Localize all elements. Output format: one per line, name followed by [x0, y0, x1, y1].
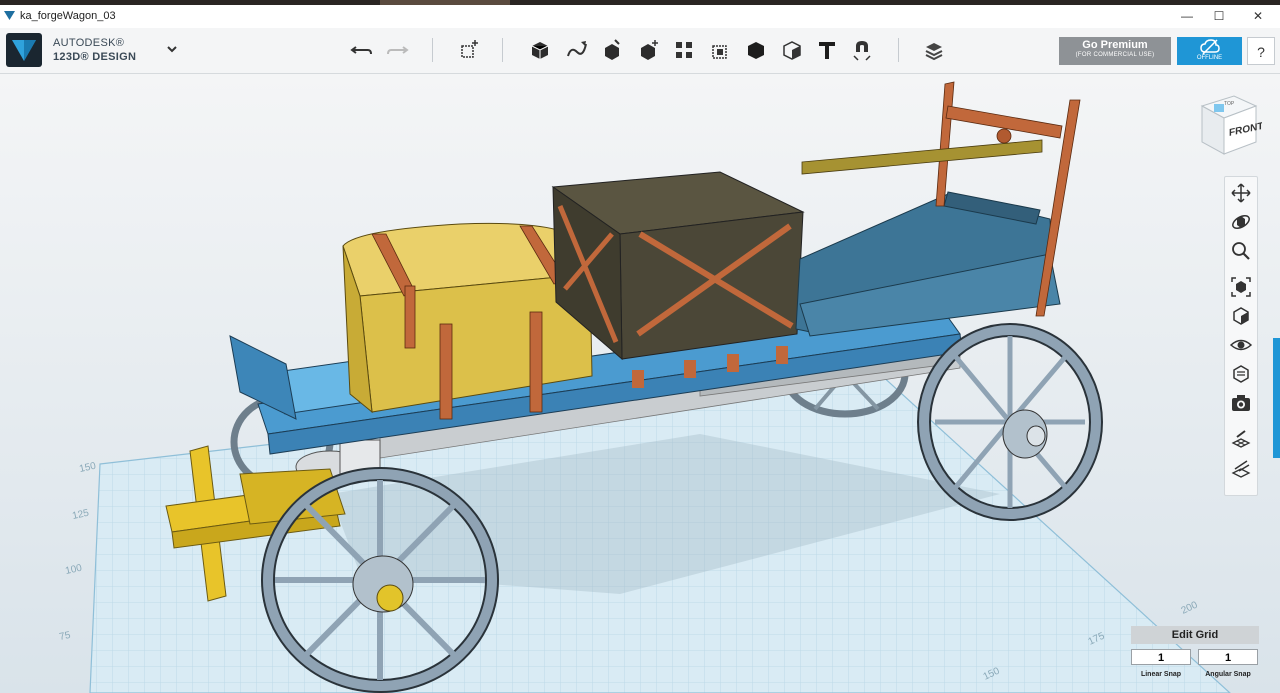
taskbar-strip	[0, 0, 1280, 5]
construct-icon[interactable]	[600, 38, 624, 62]
3d-viewport[interactable]: 150 125 100 75 200 175 150 FRONT TOP Edi…	[0, 74, 1280, 693]
scene-canvas[interactable]: 150 125 100 75 200 175 150	[0, 74, 1280, 693]
combine-icon[interactable]	[744, 38, 768, 62]
angular-snap-field[interactable]: 1	[1198, 649, 1258, 665]
zoom-icon[interactable]	[1229, 239, 1253, 263]
side-panel-handle[interactable]	[1273, 338, 1280, 458]
angular-snap-label: Angular Snap	[1205, 671, 1251, 678]
edit-grid-button[interactable]: Edit Grid	[1131, 626, 1259, 644]
fit-view-icon[interactable]	[1229, 275, 1253, 299]
visibility-eye-icon[interactable]	[1229, 333, 1253, 357]
brand-autodesk: AUTODESK®	[53, 37, 125, 49]
linear-snap-label: Linear Snap	[1140, 671, 1182, 678]
autodesk-logo-icon	[12, 40, 36, 61]
taskbar-tab[interactable]	[380, 0, 510, 5]
measure-icon[interactable]	[780, 38, 804, 62]
app-menu-logo[interactable]	[6, 33, 42, 67]
brand-product: 123D® DESIGN	[53, 51, 137, 63]
undo-icon[interactable]	[350, 38, 374, 62]
snap-icon[interactable]	[850, 38, 874, 62]
view-cube-top-label: TOP	[1224, 101, 1235, 107]
toolbar-separator	[432, 38, 433, 62]
view-cube-icon: FRONT TOP	[1200, 95, 1264, 155]
close-button[interactable]: ✕	[1243, 7, 1273, 25]
premium-subtitle: (FOR COMMERCIAL USE)	[1075, 52, 1155, 58]
transform-icon[interactable]	[457, 38, 481, 62]
title-bar: ka_forgeWagon_03 — ☐ ✕	[0, 0, 1280, 30]
primitives-icon[interactable]	[528, 38, 552, 62]
redo-icon[interactable]	[385, 38, 409, 62]
main-toolbar: AUTODESK® 123D® DESIGN Go Premium (FOR C…	[0, 28, 1280, 74]
chevron-down-icon[interactable]	[165, 42, 179, 56]
group-icon[interactable]	[708, 38, 732, 62]
cloud-off-icon	[1199, 39, 1220, 55]
navigation-bar	[1224, 176, 1258, 496]
pattern-icon[interactable]	[672, 38, 696, 62]
premium-title: Go Premium	[1082, 39, 1148, 51]
offline-label: OFFLINE	[1196, 55, 1223, 61]
front-wheel-front[interactable]	[261, 467, 499, 693]
sketch-icon[interactable]	[565, 38, 589, 62]
toolbar-separator	[502, 38, 503, 62]
material-preview-icon[interactable]	[1229, 362, 1253, 386]
minimize-button[interactable]: —	[1172, 7, 1202, 25]
text-icon[interactable]	[815, 38, 839, 62]
rear-wheel-front[interactable]	[917, 323, 1103, 521]
camera-icon[interactable]	[1229, 391, 1253, 415]
toolbar-separator	[898, 38, 899, 62]
snap-grid-icon[interactable]	[1229, 457, 1253, 481]
pan-icon[interactable]	[1229, 181, 1253, 205]
grid-toggle-icon[interactable]	[1229, 427, 1253, 451]
view-mode-icon[interactable]	[1229, 304, 1253, 328]
window-title: ka_forgeWagon_03	[20, 10, 116, 22]
go-premium-button[interactable]: Go Premium (FOR COMMERCIAL USE)	[1059, 37, 1171, 65]
linear-snap-field[interactable]: 1	[1131, 649, 1191, 665]
modify-icon[interactable]	[637, 38, 661, 62]
material-icon[interactable]	[922, 38, 946, 62]
help-button[interactable]: ?	[1247, 37, 1275, 65]
view-cube[interactable]: FRONT TOP	[1196, 92, 1264, 160]
maximize-button[interactable]: ☐	[1204, 7, 1234, 25]
app-logo-icon	[4, 11, 15, 20]
offline-button[interactable]: OFFLINE	[1177, 37, 1242, 65]
orbit-icon[interactable]	[1229, 210, 1253, 234]
